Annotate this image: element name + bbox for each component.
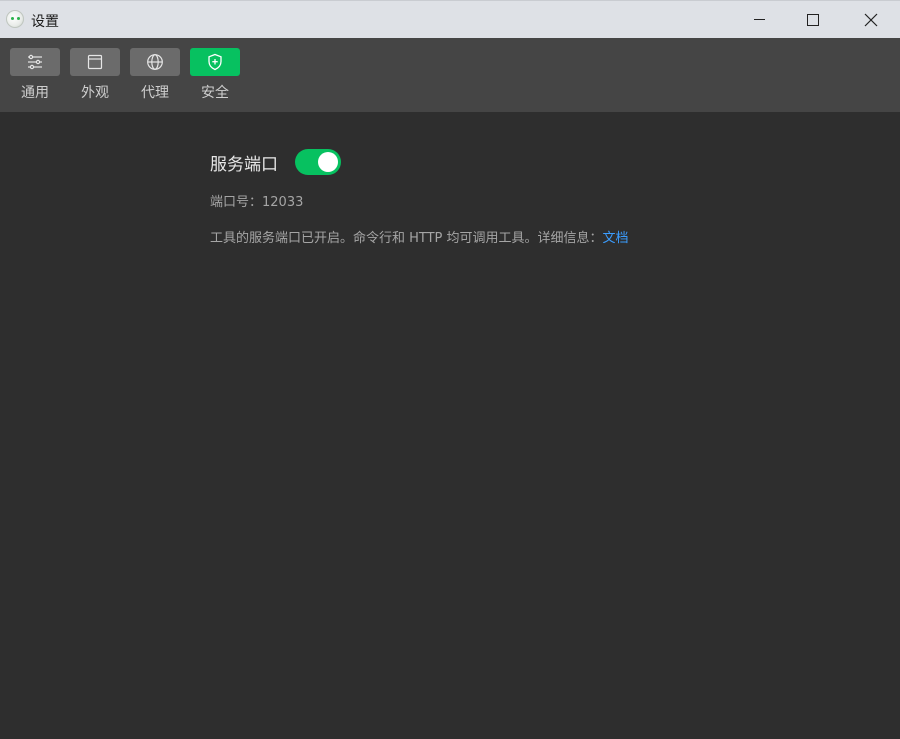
security-panel: 服务端口 端口号：12033 工具的服务端口已开启。命令行和 HTTP 均可调用… [210, 145, 810, 246]
maximize-button[interactable] [784, 1, 842, 38]
shield-icon [208, 53, 222, 71]
docs-link[interactable]: 文档 [603, 231, 629, 246]
settings-toolbar: 通用 外观 代理 安全 [0, 38, 900, 112]
port-value: 12033 [262, 195, 304, 210]
tab-security-label: 安全 [201, 85, 229, 101]
window-title: 设置 [31, 14, 59, 30]
port-number-row: 端口号：12033 [210, 191, 810, 210]
sliders-icon [28, 54, 42, 70]
title-bar: 设置 [0, 0, 900, 38]
service-port-header: 服务端口 [210, 145, 810, 179]
security-button[interactable] [190, 48, 240, 76]
appearance-button[interactable] [70, 48, 120, 76]
service-port-description: 工具的服务端口已开启。命令行和 HTTP 均可调用工具。详细信息：文档 [210, 227, 810, 246]
window-icon [87, 54, 103, 70]
close-icon [864, 13, 878, 26]
tab-general-label: 通用 [21, 85, 49, 101]
globe-icon [147, 54, 163, 70]
close-button[interactable] [842, 1, 900, 38]
maximize-icon [807, 13, 819, 26]
minimize-icon [753, 19, 765, 20]
tab-security[interactable]: 安全 [190, 48, 240, 106]
description-text: 工具的服务端口已开启。命令行和 HTTP 均可调用工具。详细信息： [210, 231, 603, 246]
tab-appearance-label: 外观 [81, 85, 109, 101]
tab-proxy-label: 代理 [141, 85, 169, 101]
service-port-title: 服务端口 [210, 154, 278, 175]
tab-general[interactable]: 通用 [10, 48, 60, 106]
tab-appearance[interactable]: 外观 [70, 48, 120, 106]
minimize-button[interactable] [730, 1, 788, 38]
service-port-toggle[interactable] [295, 149, 341, 175]
proxy-button[interactable] [130, 48, 180, 76]
toggle-knob [318, 152, 338, 172]
general-button[interactable] [10, 48, 60, 76]
wechat-devtools-icon [6, 10, 24, 28]
tab-proxy[interactable]: 代理 [130, 48, 180, 106]
port-label: 端口号： [210, 195, 263, 210]
